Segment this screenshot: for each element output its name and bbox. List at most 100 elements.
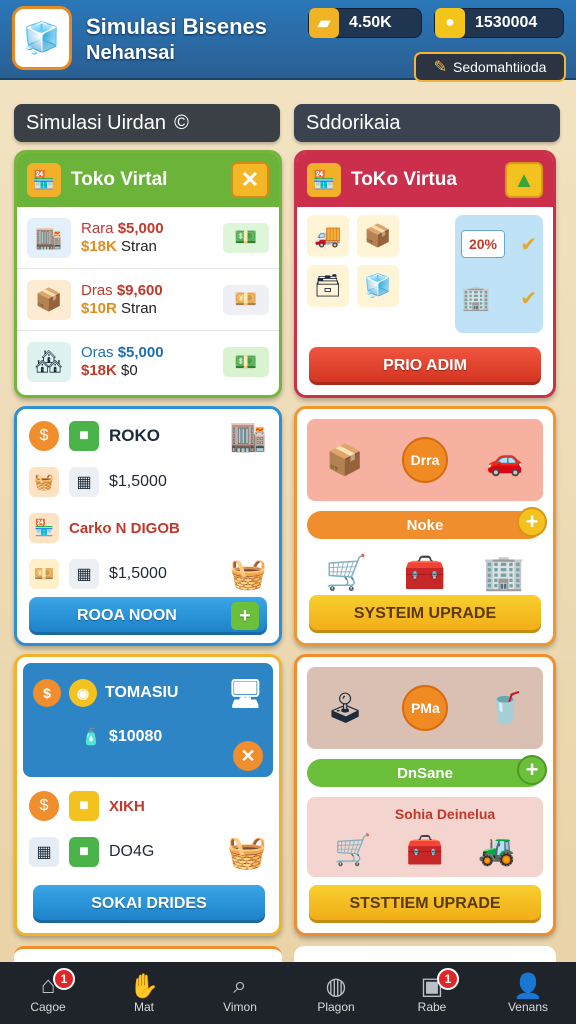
status-pill[interactable]: DnSane + xyxy=(307,755,547,787)
notification-badge: 1 xyxy=(53,968,75,990)
store-icon: 🏪 xyxy=(307,163,341,197)
item-price: $5,000 xyxy=(117,219,164,237)
calculator-icon: ▦ xyxy=(69,467,99,497)
shop-label: Sohia Deinelua xyxy=(394,806,496,823)
nav-label: Rabe xyxy=(417,1000,447,1014)
calculator-icon: ▦ xyxy=(29,837,59,867)
virtual-store-card: 🏪 Toko Virtal ✕ 🏬 Rara $5,000 $18K Stran… xyxy=(14,150,282,398)
nav-label: Mat xyxy=(133,1000,154,1014)
crate-icon: 📦 xyxy=(27,279,71,320)
section-header-right[interactable]: Sddorikaia xyxy=(294,104,560,142)
settings-label: Sedomahtiioda xyxy=(453,59,547,75)
store-action-button[interactable]: ROOA NOON + xyxy=(29,597,267,635)
upgrade-illustration: 🕹 PMa 🥤 xyxy=(307,667,543,749)
list-item[interactable]: 🏘 Oras $5,000 $18K $0 💵 xyxy=(17,331,279,393)
shop-icon: 🏘 xyxy=(27,342,71,382)
primary-action-button[interactable]: PRIO ADIM xyxy=(309,347,541,385)
item-value: DO4G xyxy=(109,843,155,860)
card-header: 🏪 ToKo Virtua ▲ xyxy=(297,153,553,207)
basket-icon: 🧺 xyxy=(29,467,59,497)
plus-icon[interactable]: + xyxy=(517,507,547,537)
gold-currency[interactable]: ▰ 4.50K xyxy=(308,8,422,38)
list-item[interactable]: 🏬 Rara $5,000 $18K Stran 💵 xyxy=(17,207,279,269)
shop-icon: ▣ xyxy=(420,973,444,1000)
cash-icon: 💴 xyxy=(29,559,59,589)
check-icon: ✔ xyxy=(520,233,537,256)
crate-icon: 📦 xyxy=(326,443,364,477)
item-price: $1,5000 xyxy=(109,565,167,582)
money-icon: 💵 xyxy=(223,222,269,253)
gold-box-icon: ■ xyxy=(69,791,99,821)
status-pill[interactable]: Noke + xyxy=(307,507,547,539)
card-title: ToKo Virtua xyxy=(351,169,457,190)
panel-title: TOMASIU xyxy=(105,684,179,701)
coin-icon: $ xyxy=(29,791,59,821)
system-upgrade-button[interactable]: SYSTEIM UPRADE xyxy=(309,595,541,633)
copyright-icon: © xyxy=(174,111,189,134)
nav-label: Vimon xyxy=(223,1000,257,1014)
nav-item-search[interactable]: ⌕ Vimon xyxy=(195,972,285,1014)
system-upgrade-card-2: 🕹 PMa 🥤 DnSane + Sohia Deinelua 🛒 🧰 🚜 ST… xyxy=(294,654,556,936)
list-item[interactable]: ▦ ■ DO4G 🧺 xyxy=(17,829,279,875)
coin-value: 1530004 xyxy=(475,14,538,31)
nav-item-user[interactable]: 👤 Venans xyxy=(483,972,573,1014)
coin-icon: ● xyxy=(435,8,465,38)
nav-label: Cagoe xyxy=(30,1000,66,1014)
home-icon: ⌂ xyxy=(40,972,56,999)
coin-icon: $ xyxy=(33,679,61,707)
button-label: ROOA NOON xyxy=(77,607,177,624)
truck-icon: 🚚 xyxy=(307,215,349,257)
settings-button[interactable]: ✎ Sedomahtiioda xyxy=(414,52,566,82)
inventory-grid: 🚚 📦 🗃 🧊 20% ✔ 🏢 ✔ xyxy=(297,207,553,341)
list-item[interactable]: 🏪 Carko N DIGOB xyxy=(17,505,279,551)
nav-label: Venans xyxy=(507,1000,549,1014)
building-icon: 🏢 xyxy=(482,554,525,592)
building-icon: 🏢 xyxy=(461,284,491,312)
section-title-left: Simulasi Uirdan xyxy=(26,111,167,134)
list-item[interactable]: 📦 Dras $9,600 $10R Stran 💴 xyxy=(17,269,279,331)
cart-icon: 🛒 xyxy=(334,833,372,867)
upgrade-arrow-button[interactable]: ▲ xyxy=(505,162,543,198)
shop-icon: 🏪 xyxy=(29,513,59,543)
close-button[interactable]: ✕ xyxy=(231,162,269,198)
forklift-icon: 🚜 xyxy=(478,833,516,867)
promotion-card: $ ◉ TOMASIU 🖥 🧴 $10080 ✕ $ ■ XIKH ▦ ■ DO… xyxy=(14,654,282,936)
coin-badge: PMa xyxy=(402,685,449,731)
nav-item-home[interactable]: ⌂ Cagoe 1 xyxy=(3,968,93,1014)
cube-icon: ■ xyxy=(69,837,99,867)
app-subtitle: Nehansai xyxy=(86,42,175,64)
cube-icon: 🧊 xyxy=(357,265,399,307)
user-icon: 👤 xyxy=(513,973,543,1000)
item-label: Dras xyxy=(81,281,113,299)
list-item[interactable]: 🧺 ▦ $1,5000 xyxy=(17,459,279,505)
item-price: $9,600 xyxy=(116,281,163,299)
list-item[interactable]: 💴 ▦ $1,5000 🧺 xyxy=(17,551,279,597)
section-title-right: Sddorikaia xyxy=(306,111,401,134)
pill-label: Noke xyxy=(406,516,444,534)
coin-currency[interactable]: ● 1530004 xyxy=(434,8,564,38)
register-icon: 🖥 xyxy=(227,677,263,709)
box-cube-icon[interactable]: 🧊 xyxy=(12,6,72,70)
money-icon: 💵 xyxy=(223,347,269,377)
system-upgrade-button[interactable]: STSTTIEM UPRADE xyxy=(309,885,541,923)
profile-icon: ◍ xyxy=(325,973,347,1000)
promotion-action-button[interactable]: SOKAI DRIDES xyxy=(33,885,265,923)
top-bar: 🧊 Simulasi Bisenes Nehansai ▰ 4.50K ● 15… xyxy=(0,0,576,82)
notification-badge: 1 xyxy=(437,968,459,990)
plus-icon[interactable]: + xyxy=(517,755,547,785)
shop-illustration: Sohia Deinelua 🛒 🧰 🚜 xyxy=(307,797,543,877)
cash-stack-icon: 💴 xyxy=(223,284,269,315)
building-icon: 🏬 xyxy=(229,419,267,453)
nav-item-profile[interactable]: ◍ Plagon xyxy=(291,972,381,1014)
basket-icon: 🧺 xyxy=(229,557,267,591)
list-item[interactable]: $ ■ ROKO 🏬 xyxy=(17,413,279,459)
section-header-left[interactable]: Simulasi Uirdan © xyxy=(14,104,280,142)
nav-item-shop[interactable]: ▣ Rabe 1 xyxy=(387,968,477,1014)
item-stat: $18K xyxy=(81,237,117,255)
promotion-panel: $ ◉ TOMASIU 🖥 🧴 $10080 ✕ xyxy=(23,663,273,777)
box-icon: 🧰 xyxy=(406,833,444,867)
close-icon[interactable]: ✕ xyxy=(233,741,263,771)
nav-item-mat[interactable]: ✋ Mat xyxy=(99,972,189,1014)
list-item[interactable]: $ ■ XIKH xyxy=(17,783,279,829)
item-price: $5,000 xyxy=(117,344,164,361)
